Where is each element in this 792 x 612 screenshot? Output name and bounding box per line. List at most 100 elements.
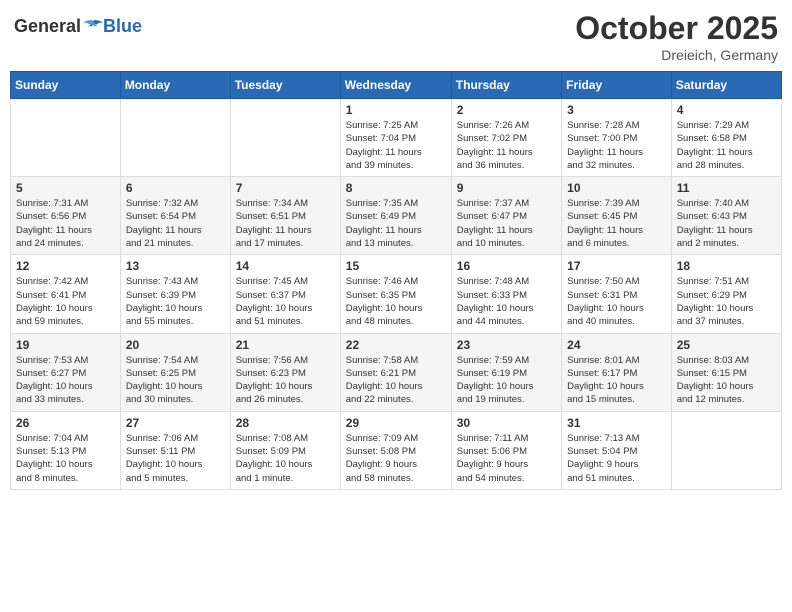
weekday-header-wednesday: Wednesday (340, 72, 451, 99)
calendar-day-cell: 29 Sunrise: 7:09 AM Sunset: 5:08 PM Dayli… (340, 411, 451, 489)
calendar-day-cell: 6 Sunrise: 7:32 AM Sunset: 6:54 PM Daylig… (120, 177, 230, 255)
day-number: 28 (236, 416, 335, 430)
weekday-header-row: SundayMondayTuesdayWednesdayThursdayFrid… (11, 72, 782, 99)
calendar-day-cell: 26 Sunrise: 7:04 AM Sunset: 5:13 PM Dayli… (11, 411, 121, 489)
day-info: Sunrise: 7:09 AM Sunset: 5:08 PM Dayligh… (346, 432, 446, 485)
weekday-header-saturday: Saturday (671, 72, 781, 99)
title-block: October 2025 Dreieich, Germany (575, 10, 778, 63)
day-number: 5 (16, 181, 115, 195)
calendar-table: SundayMondayTuesdayWednesdayThursdayFrid… (10, 71, 782, 490)
day-number: 17 (567, 259, 666, 273)
calendar-day-cell: 13 Sunrise: 7:43 AM Sunset: 6:39 PM Dayli… (120, 255, 230, 333)
calendar-day-cell: 8Sunrise: 7:35 AM Sunset: 6:49 PM Daylig… (340, 177, 451, 255)
day-info: Sunrise: 7:39 AM Sunset: 6:45 PM Dayligh… (567, 197, 666, 250)
day-number: 14 (236, 259, 335, 273)
day-info: Sunrise: 7:37 AM Sunset: 6:47 PM Dayligh… (457, 197, 556, 250)
day-number: 15 (346, 259, 446, 273)
calendar-day-cell: 27 Sunrise: 7:06 AM Sunset: 5:11 PM Dayli… (120, 411, 230, 489)
calendar-week-row: 12Sunrise: 7:42 AM Sunset: 6:41 PM Dayli… (11, 255, 782, 333)
day-info: Sunrise: 7:40 AM Sunset: 6:43 PM Dayligh… (677, 197, 776, 250)
day-info: Sunrise: 7:28 AM Sunset: 7:00 PM Dayligh… (567, 119, 666, 172)
day-number: 3 (567, 103, 666, 117)
day-number: 19 (16, 338, 115, 352)
calendar-week-row: 26 Sunrise: 7:04 AM Sunset: 5:13 PM Dayli… (11, 411, 782, 489)
page-header: General Blue October 2025 Dreieich, Germ… (10, 10, 782, 63)
day-number: 1 (346, 103, 446, 117)
calendar-day-cell: 17Sunrise: 7:50 AM Sunset: 6:31 PM Dayli… (562, 255, 672, 333)
day-number: 7 (236, 181, 335, 195)
day-number: 30 (457, 416, 556, 430)
calendar-day-cell: 7Sunrise: 7:34 AM Sunset: 6:51 PM Daylig… (230, 177, 340, 255)
day-number: 11 (677, 181, 776, 195)
day-number: 18 (677, 259, 776, 273)
logo-bird-icon (83, 19, 103, 35)
calendar-day-cell: 4 Sunrise: 7:29 AM Sunset: 6:58 PM Daylig… (671, 99, 781, 177)
day-number: 2 (457, 103, 556, 117)
day-number: 23 (457, 338, 556, 352)
day-info: Sunrise: 7:46 AM Sunset: 6:35 PM Dayligh… (346, 275, 446, 328)
calendar-week-row: 19 Sunrise: 7:53 AM Sunset: 6:27 PM Dayli… (11, 333, 782, 411)
calendar-day-cell: 1 Sunrise: 7:25 AM Sunset: 7:04 PM Daylig… (340, 99, 451, 177)
day-info: Sunrise: 7:08 AM Sunset: 5:09 PM Dayligh… (236, 432, 335, 485)
day-number: 16 (457, 259, 556, 273)
location-text: Dreieich, Germany (575, 47, 778, 63)
weekday-header-thursday: Thursday (451, 72, 561, 99)
calendar-empty-cell (11, 99, 121, 177)
day-info: Sunrise: 7:58 AM Sunset: 6:21 PM Dayligh… (346, 354, 446, 407)
day-number: 26 (16, 416, 115, 430)
day-number: 6 (126, 181, 225, 195)
day-info: Sunrise: 7:48 AM Sunset: 6:33 PM Dayligh… (457, 275, 556, 328)
calendar-empty-cell (120, 99, 230, 177)
day-info: Sunrise: 7:32 AM Sunset: 6:54 PM Dayligh… (126, 197, 225, 250)
weekday-header-tuesday: Tuesday (230, 72, 340, 99)
logo: General Blue (14, 16, 142, 37)
day-info: Sunrise: 7:51 AM Sunset: 6:29 PM Dayligh… (677, 275, 776, 328)
day-number: 25 (677, 338, 776, 352)
calendar-empty-cell (671, 411, 781, 489)
day-info: Sunrise: 7:06 AM Sunset: 5:11 PM Dayligh… (126, 432, 225, 485)
calendar-day-cell: 30 Sunrise: 7:11 AM Sunset: 5:06 PM Dayli… (451, 411, 561, 489)
day-info: Sunrise: 7:54 AM Sunset: 6:25 PM Dayligh… (126, 354, 225, 407)
day-info: Sunrise: 7:42 AM Sunset: 6:41 PM Dayligh… (16, 275, 115, 328)
day-number: 13 (126, 259, 225, 273)
calendar-day-cell: 3 Sunrise: 7:28 AM Sunset: 7:00 PM Daylig… (562, 99, 672, 177)
weekday-header-sunday: Sunday (11, 72, 121, 99)
day-number: 21 (236, 338, 335, 352)
day-number: 27 (126, 416, 225, 430)
calendar-day-cell: 28 Sunrise: 7:08 AM Sunset: 5:09 PM Dayli… (230, 411, 340, 489)
calendar-day-cell: 12Sunrise: 7:42 AM Sunset: 6:41 PM Dayli… (11, 255, 121, 333)
day-info: Sunrise: 7:11 AM Sunset: 5:06 PM Dayligh… (457, 432, 556, 485)
day-info: Sunrise: 7:04 AM Sunset: 5:13 PM Dayligh… (16, 432, 115, 485)
calendar-day-cell: 24 Sunrise: 8:01 AM Sunset: 6:17 PM Dayli… (562, 333, 672, 411)
calendar-day-cell: 22Sunrise: 7:58 AM Sunset: 6:21 PM Dayli… (340, 333, 451, 411)
day-info: Sunrise: 7:26 AM Sunset: 7:02 PM Dayligh… (457, 119, 556, 172)
day-info: Sunrise: 7:29 AM Sunset: 6:58 PM Dayligh… (677, 119, 776, 172)
day-number: 29 (346, 416, 446, 430)
day-info: Sunrise: 7:43 AM Sunset: 6:39 PM Dayligh… (126, 275, 225, 328)
calendar-day-cell: 31 Sunrise: 7:13 AM Sunset: 5:04 PM Dayli… (562, 411, 672, 489)
logo-blue-text: Blue (103, 16, 142, 37)
day-info: Sunrise: 7:31 AM Sunset: 6:56 PM Dayligh… (16, 197, 115, 250)
calendar-day-cell: 10Sunrise: 7:39 AM Sunset: 6:45 PM Dayli… (562, 177, 672, 255)
day-info: Sunrise: 7:13 AM Sunset: 5:04 PM Dayligh… (567, 432, 666, 485)
weekday-header-monday: Monday (120, 72, 230, 99)
calendar-week-row: 1 Sunrise: 7:25 AM Sunset: 7:04 PM Daylig… (11, 99, 782, 177)
day-info: Sunrise: 8:01 AM Sunset: 6:17 PM Dayligh… (567, 354, 666, 407)
logo-general-text: General (14, 16, 81, 37)
day-number: 31 (567, 416, 666, 430)
calendar-day-cell: 2 Sunrise: 7:26 AM Sunset: 7:02 PM Daylig… (451, 99, 561, 177)
day-number: 20 (126, 338, 225, 352)
day-info: Sunrise: 8:03 AM Sunset: 6:15 PM Dayligh… (677, 354, 776, 407)
day-number: 9 (457, 181, 556, 195)
day-info: Sunrise: 7:56 AM Sunset: 6:23 PM Dayligh… (236, 354, 335, 407)
day-info: Sunrise: 7:53 AM Sunset: 6:27 PM Dayligh… (16, 354, 115, 407)
calendar-week-row: 5 Sunrise: 7:31 AM Sunset: 6:56 PM Daylig… (11, 177, 782, 255)
calendar-day-cell: 14 Sunrise: 7:45 AM Sunset: 6:37 PM Dayli… (230, 255, 340, 333)
day-number: 4 (677, 103, 776, 117)
day-number: 24 (567, 338, 666, 352)
calendar-day-cell: 21 Sunrise: 7:56 AM Sunset: 6:23 PM Dayli… (230, 333, 340, 411)
day-info: Sunrise: 7:45 AM Sunset: 6:37 PM Dayligh… (236, 275, 335, 328)
day-info: Sunrise: 7:25 AM Sunset: 7:04 PM Dayligh… (346, 119, 446, 172)
day-info: Sunrise: 7:35 AM Sunset: 6:49 PM Dayligh… (346, 197, 446, 250)
calendar-day-cell: 20 Sunrise: 7:54 AM Sunset: 6:25 PM Dayli… (120, 333, 230, 411)
